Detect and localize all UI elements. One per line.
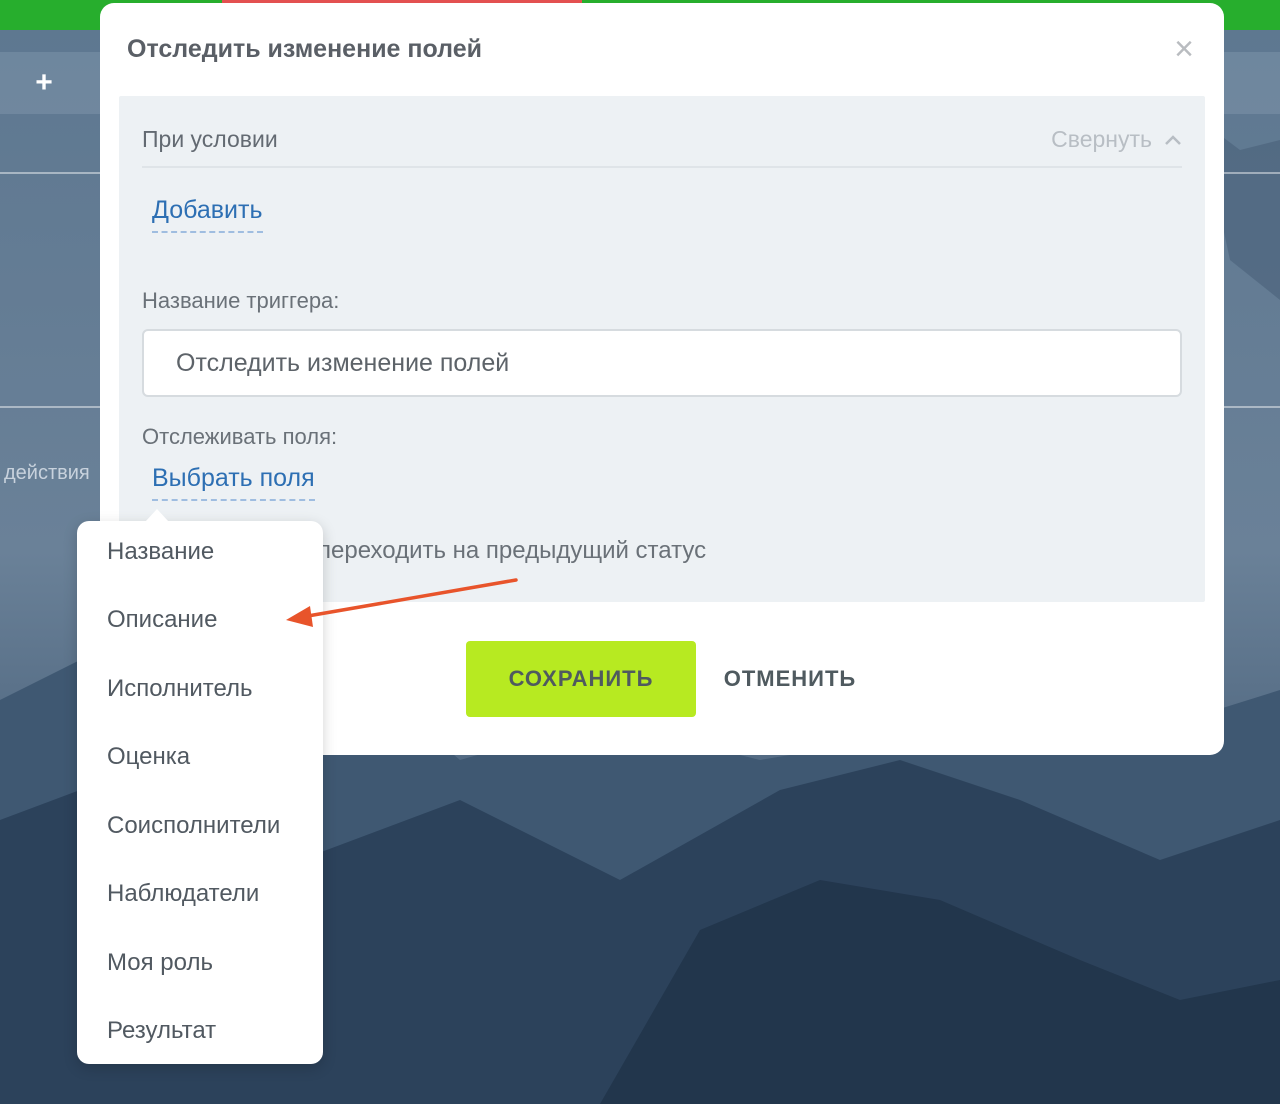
trigger-name-input[interactable]: [142, 329, 1182, 397]
dropdown-item-estimate[interactable]: Оценка: [107, 743, 190, 771]
chevron-up-icon: [1165, 134, 1181, 145]
annotation-arrow-icon: [286, 578, 518, 627]
add-plus-button[interactable]: +: [30, 64, 58, 102]
dropdown-caret: [145, 509, 169, 522]
dropdown-item-assignee[interactable]: Исполнитель: [107, 675, 253, 703]
close-icon[interactable]: ×: [1168, 32, 1200, 66]
previous-status-option-label[interactable]: переходить на предыдущий статус: [318, 537, 706, 565]
dropdown-item-coassignees[interactable]: Соисполнители: [107, 812, 280, 840]
trigger-name-label: Название триггера:: [142, 288, 340, 313]
dropdown-item-title[interactable]: Название: [107, 538, 214, 566]
save-button[interactable]: СОХРАНИТЬ: [466, 641, 696, 717]
collapse-toggle[interactable]: Свернуть: [1051, 126, 1182, 153]
add-condition-link[interactable]: Добавить: [152, 196, 263, 233]
dropdown-item-watchers[interactable]: Наблюдатели: [107, 880, 259, 908]
background-actions-label: действия: [4, 462, 90, 484]
collapse-label: Свернуть: [1051, 126, 1152, 152]
condition-header: При условии Свернуть: [142, 116, 1182, 168]
cancel-button[interactable]: ОТМЕНИТЬ: [706, 641, 874, 717]
dropdown-item-description[interactable]: Описание: [107, 606, 217, 634]
dropdown-item-my-role[interactable]: Моя роль: [107, 949, 213, 977]
track-fields-label: Отслеживать поля:: [142, 424, 338, 449]
dropdown-item-result[interactable]: Результат: [107, 1017, 216, 1045]
condition-label: При условии: [142, 126, 278, 152]
select-fields-link[interactable]: Выбрать поля: [152, 464, 315, 501]
modal-title: Отследить изменение полей: [127, 35, 482, 63]
